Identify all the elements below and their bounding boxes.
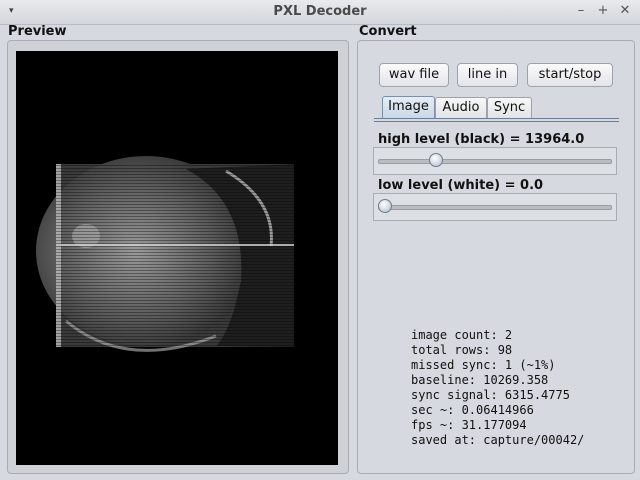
low-level-thumb[interactable] bbox=[378, 199, 392, 213]
low-level-track bbox=[378, 205, 612, 210]
tab-sync[interactable]: Sync bbox=[487, 97, 532, 118]
maximize-button[interactable]: + bbox=[595, 3, 611, 18]
high-level-thumb[interactable] bbox=[429, 153, 444, 167]
line-in-button[interactable]: line in bbox=[457, 63, 518, 87]
title-bar[interactable]: ▾ PXL Decoder – + ✕ bbox=[0, 0, 640, 25]
low-level-slider[interactable] bbox=[373, 193, 617, 221]
convert-panel: wav file line in start/stop Image Audio … bbox=[357, 40, 635, 474]
window-title: PXL Decoder bbox=[273, 4, 367, 19]
tab-image[interactable]: Image bbox=[382, 96, 435, 119]
tab-audio[interactable]: Audio bbox=[435, 97, 487, 118]
preview-image bbox=[16, 51, 338, 465]
stat-sec: sec ~: 0.06414966 bbox=[411, 403, 534, 417]
stat-fps: fps ~: 31.177094 bbox=[411, 418, 527, 432]
stat-total-rows: total rows: 98 bbox=[411, 343, 513, 357]
stat-image-count: image count: 2 bbox=[411, 328, 513, 342]
convert-label: Convert bbox=[359, 24, 417, 39]
stat-missed-sync: missed sync: 1 (~1%) bbox=[411, 358, 556, 372]
low-level-label: low level (white) = 0.0 bbox=[378, 178, 544, 193]
stats-block: image count: 2 total rows: 98 missed syn… bbox=[411, 328, 584, 448]
close-button[interactable]: ✕ bbox=[617, 3, 633, 18]
stat-sync-signal: sync signal: 6315.4775 bbox=[411, 388, 570, 402]
high-level-label: high level (black) = 13964.0 bbox=[378, 132, 585, 147]
wav-file-button[interactable]: wav file bbox=[379, 63, 449, 87]
preview-label: Preview bbox=[8, 24, 67, 39]
high-level-slider[interactable] bbox=[373, 147, 617, 175]
stat-saved-at: saved at: capture/00042/ bbox=[411, 433, 585, 447]
minimize-button[interactable]: – bbox=[573, 3, 589, 18]
preview-panel bbox=[7, 40, 349, 474]
tab-underline bbox=[374, 118, 619, 122]
high-level-track bbox=[378, 159, 612, 164]
stat-baseline: baseline: 10269.358 bbox=[411, 373, 549, 387]
start-stop-button[interactable]: start/stop bbox=[527, 63, 613, 87]
